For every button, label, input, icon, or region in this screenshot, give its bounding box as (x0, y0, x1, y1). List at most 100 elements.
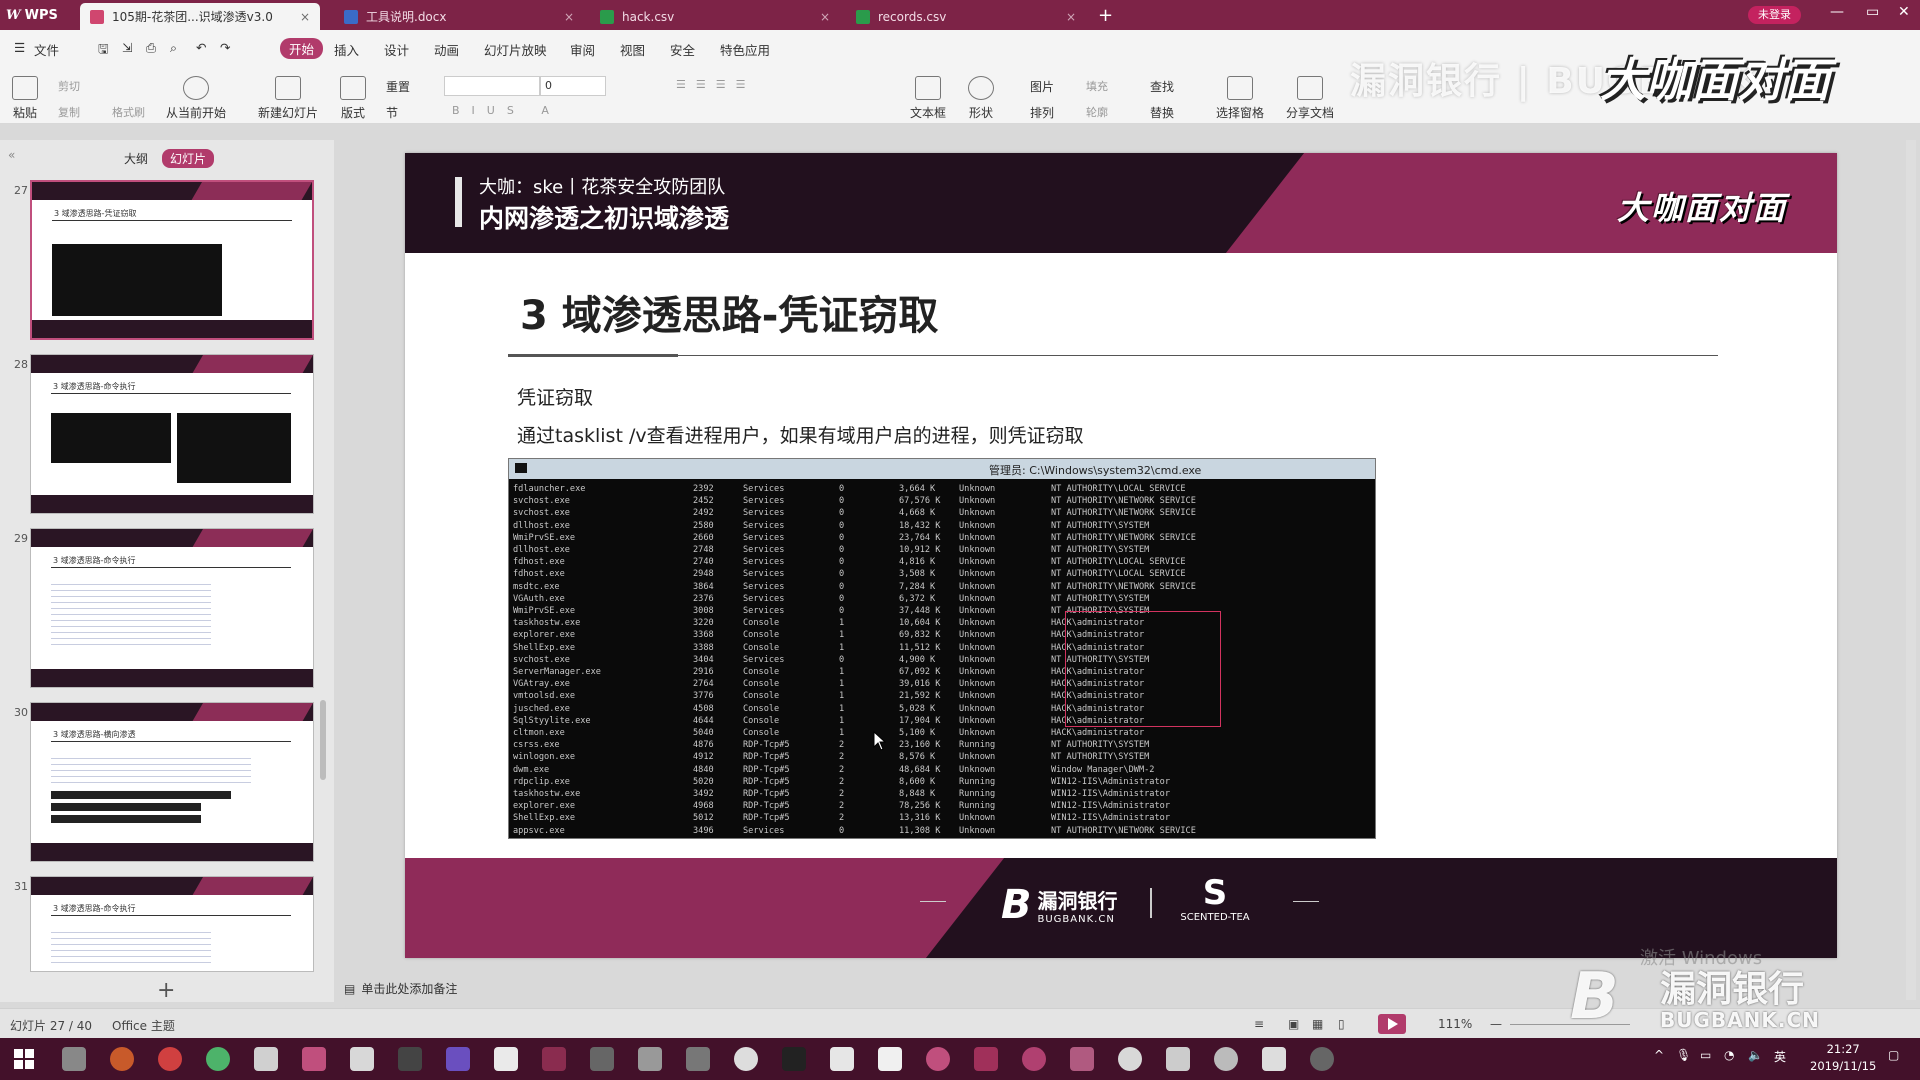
file-explorer-icon[interactable] (62, 1047, 86, 1071)
slide-thumbnail-29[interactable]: 3 域渗透思路-命令执行 (30, 528, 314, 688)
menu-review[interactable]: 审阅 (570, 40, 595, 59)
tab-outline[interactable]: 大纲 (124, 150, 148, 167)
menu-view[interactable]: 视图 (620, 40, 645, 59)
close-window-icon[interactable]: ✕ (1898, 4, 1910, 20)
play-from-current-button[interactable]: 从当前开始 (166, 76, 226, 121)
add-slide-icon[interactable]: + (157, 978, 175, 1003)
tab-hack-csv[interactable]: hack.csv × (590, 3, 840, 30)
visual-studio-icon[interactable] (446, 1047, 470, 1071)
paragraph-buttons[interactable]: ☰☰☰☰ (676, 78, 755, 91)
cut-button[interactable]: 剪切 (58, 78, 80, 94)
preview-icon[interactable]: ⌕ (170, 40, 177, 56)
menu-insert[interactable]: 插入 (334, 40, 359, 59)
wps-presentation-icon[interactable] (302, 1047, 326, 1071)
reset-button[interactable]: 重置 (386, 78, 410, 95)
menu-security[interactable]: 安全 (670, 40, 695, 59)
recorder-icon[interactable] (926, 1047, 950, 1071)
close-icon[interactable]: × (564, 10, 574, 24)
tab-records-csv[interactable]: records.csv × (846, 3, 1086, 30)
app-icon[interactable] (1022, 1047, 1046, 1071)
menu-slideshow[interactable]: 幻灯片放映 (484, 40, 547, 59)
app-icon[interactable] (686, 1047, 710, 1071)
save-icon[interactable]: 🖫 (98, 40, 109, 61)
cmd-screenshot[interactable]: 管理员: C:\Windows\system32\cmd.exe fdlaunc… (508, 458, 1376, 839)
section-button[interactable]: 节 (386, 104, 398, 121)
normal-view-icon[interactable]: ▣ (1288, 1017, 1299, 1031)
close-icon[interactable]: × (1066, 10, 1076, 24)
app-icon[interactable] (1310, 1047, 1334, 1071)
browser-icon[interactable] (110, 1047, 134, 1071)
panel-scrollbar[interactable] (320, 700, 326, 780)
tab-slides[interactable]: 幻灯片 (162, 149, 215, 168)
play-slideshow-button[interactable] (1378, 1014, 1406, 1034)
menu-design[interactable]: 设计 (384, 40, 409, 59)
app-icon[interactable] (734, 1047, 758, 1071)
arrange-button[interactable]: 排列 (1030, 104, 1054, 121)
tray-chevron-icon[interactable]: ^ (1654, 1048, 1664, 1062)
zoom-out-icon[interactable]: — (1490, 1017, 1502, 1031)
notepad-icon[interactable] (494, 1047, 518, 1071)
copy-button[interactable]: 复制 (58, 104, 80, 120)
app-icon[interactable] (638, 1047, 662, 1071)
microphone-icon[interactable]: 🎙 (1676, 1048, 1691, 1062)
wps-app-menu[interactable]: W WPS (6, 5, 58, 25)
terminal-icon[interactable] (782, 1047, 806, 1071)
outline-button[interactable]: 轮廓 (1086, 104, 1108, 120)
minimize-icon[interactable]: — (1830, 4, 1844, 20)
menu-file[interactable]: 文件 (34, 40, 59, 59)
format-painter-button[interactable]: 格式刷 (112, 104, 145, 120)
mindmap-icon[interactable] (398, 1047, 422, 1071)
collapse-panel-icon[interactable]: « (8, 148, 15, 162)
maximize-icon[interactable]: ▭ (1866, 4, 1879, 20)
tab-presentation[interactable]: 105期-花茶团...识域渗透v3.0 × (80, 3, 320, 30)
slide-thumbnail-30[interactable]: 3 域渗透思路-横向渗透 (30, 702, 314, 862)
close-icon[interactable]: × (820, 10, 830, 24)
picture-button[interactable]: 图片 (1030, 78, 1054, 95)
chat-icon[interactable] (206, 1047, 230, 1071)
app-icon[interactable] (1262, 1047, 1286, 1071)
share-doc-button[interactable]: 分享文档 (1286, 76, 1334, 121)
select-pane-button[interactable]: 选择窗格 (1216, 76, 1264, 121)
ime-indicator[interactable]: 英 (1774, 1048, 1786, 1065)
font-style-buttons[interactable]: BIUS A (452, 104, 561, 117)
slide-thumbnail-31[interactable]: 3 域渗透思路-命令执行 (30, 876, 314, 972)
screenshot-tool-icon[interactable] (590, 1047, 614, 1071)
app-icon[interactable] (158, 1047, 182, 1071)
find-button[interactable]: 查找 (1150, 78, 1174, 95)
new-slide-button[interactable]: 新建幻灯片 (258, 76, 318, 121)
typora-icon[interactable] (350, 1047, 374, 1071)
notification-icon[interactable]: ▢ (1888, 1048, 1899, 1062)
xmind-icon[interactable] (974, 1047, 998, 1071)
volume-icon[interactable]: 🔈 (1748, 1048, 1763, 1062)
system-clock[interactable]: 21:27 2019/11/15 (1810, 1041, 1876, 1075)
app-icon[interactable] (1214, 1047, 1238, 1071)
zoom-level[interactable]: 111% (1438, 1017, 1472, 1031)
tab-doc[interactable]: 工具说明.docx × (334, 3, 584, 30)
menu-animation[interactable]: 动画 (434, 40, 459, 59)
export-icon[interactable]: ⇲ (122, 40, 132, 55)
redo-icon[interactable]: ↷ (220, 40, 230, 55)
font-name-input[interactable] (444, 76, 540, 96)
paste-button[interactable]: 粘贴 (12, 76, 38, 121)
sorter-view-icon[interactable]: ▦ (1312, 1017, 1323, 1031)
slide-thumbnail-27[interactable]: 3 域渗透思路-凭证窃取 (30, 180, 314, 340)
layout-button[interactable]: 版式 (340, 76, 366, 121)
menu-features[interactable]: 特色应用 (720, 40, 770, 59)
new-tab-icon[interactable]: + (1098, 5, 1113, 26)
reading-view-icon[interactable]: ▯ (1338, 1017, 1345, 1031)
camera-icon[interactable] (1070, 1047, 1094, 1071)
shape-button[interactable]: 形状 (968, 76, 994, 121)
textbox-button[interactable]: 文本框 (910, 76, 946, 121)
font-size-input[interactable]: 0 (540, 76, 606, 96)
app-icon[interactable] (1166, 1047, 1190, 1071)
shield-icon[interactable] (878, 1047, 902, 1071)
fill-button[interactable]: 填充 (1086, 78, 1108, 94)
app-icon[interactable] (830, 1047, 854, 1071)
battery-icon[interactable]: ▭ (1700, 1048, 1711, 1062)
wps-writer-icon[interactable] (254, 1047, 278, 1071)
git-icon[interactable] (542, 1047, 566, 1071)
print-icon[interactable]: ⎙ (146, 40, 156, 56)
network-icon[interactable]: ◔ (1724, 1048, 1734, 1062)
hamburger-icon[interactable]: ☰ (14, 40, 25, 55)
undo-icon[interactable]: ↶ (196, 40, 206, 55)
